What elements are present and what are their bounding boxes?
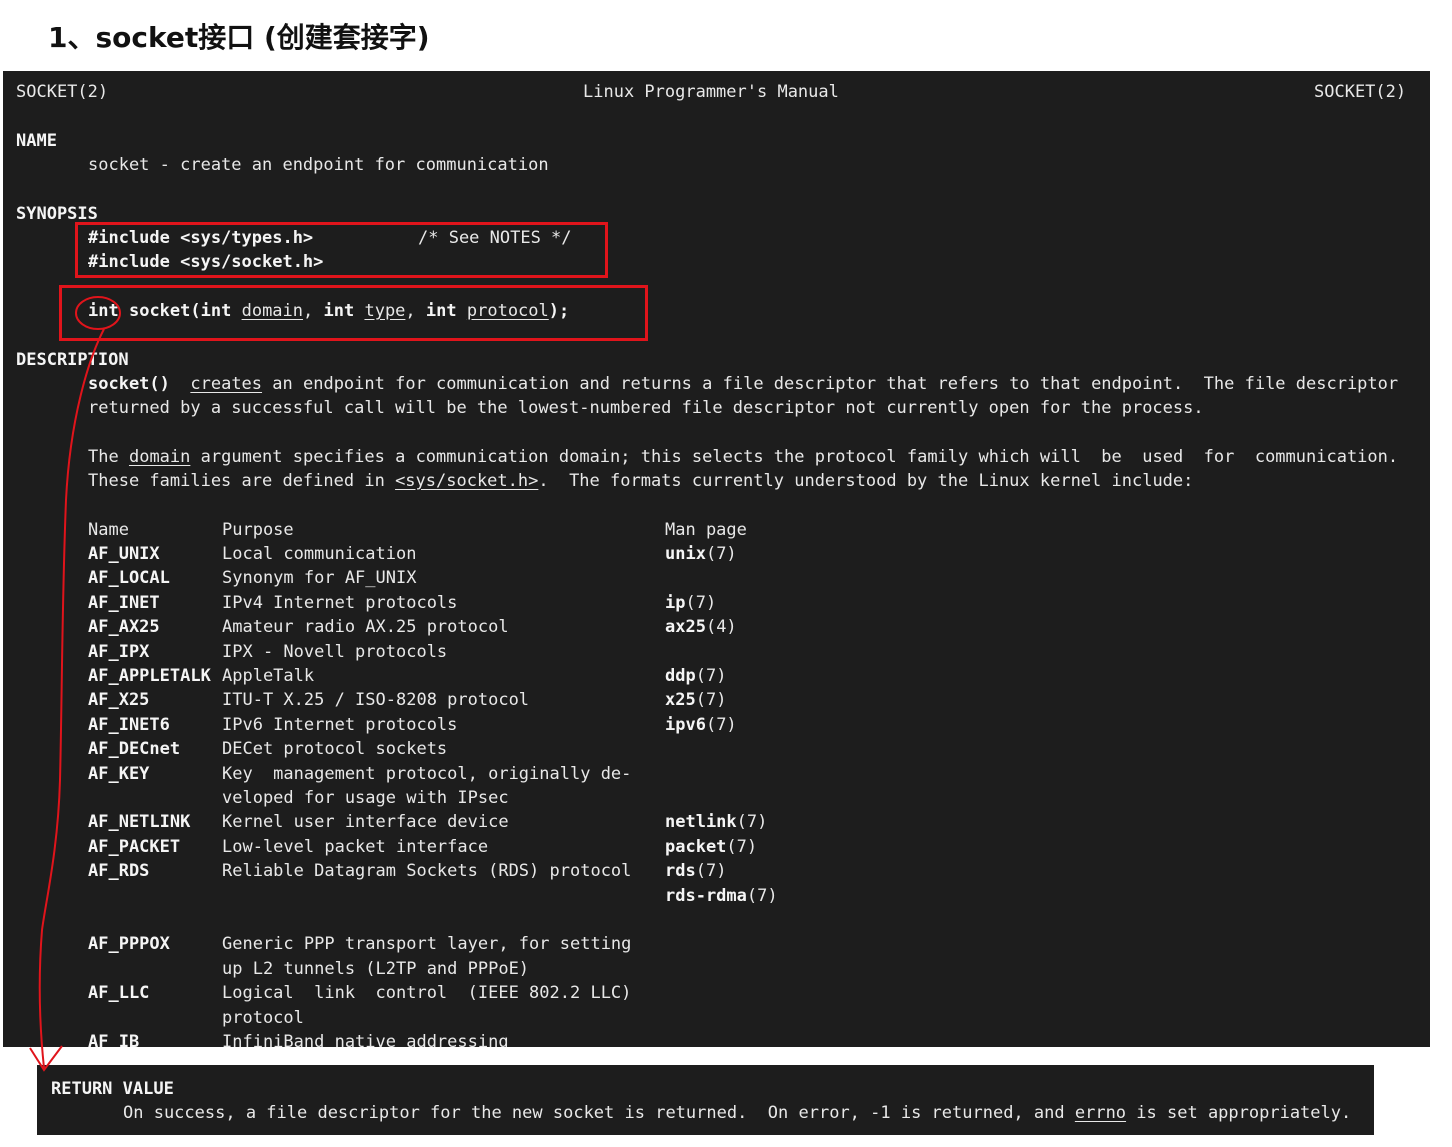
table-cell-name: AF_PACKET <box>88 836 181 857</box>
description-p1-line1: socket() creates an endpoint for communi… <box>88 372 1398 396</box>
table-cell-purpose: Key management protocol, originally de- <box>222 763 632 784</box>
man-page-name: rds <box>665 861 696 882</box>
table-cell-name: AF_APPLETALK <box>88 666 211 686</box>
table-header-man-page: Man page <box>665 520 747 540</box>
man-page-section: (7) <box>736 812 768 833</box>
word-creates: creates <box>190 374 263 394</box>
man-page-section: (7) <box>695 690 727 711</box>
man-page-section: (7) <box>695 861 727 882</box>
word-the: The <box>88 447 119 467</box>
table-cell-purpose: IPX - Novell protocols <box>222 641 448 662</box>
table-cell-purpose: veloped for usage with IPsec <box>222 788 509 808</box>
man-page-section: (7) <box>695 666 727 686</box>
table-cell-name: AF_X25 <box>88 690 150 711</box>
table-cell-name: AF_IB <box>88 1032 140 1047</box>
fn-socket: socket() <box>88 374 170 394</box>
rv-text-b: is set appropriately. <box>1136 1103 1352 1123</box>
table-header-purpose: Purpose <box>222 520 294 540</box>
table-cell-man-page: ddp(7) <box>665 664 726 688</box>
table-cell-purpose: IPv6 Internet protocols <box>222 714 458 735</box>
table-cell-purpose: up L2 tunnels (L2TP and PPPoE) <box>222 958 530 979</box>
p2-l2-b: . The formats currently understood by th… <box>538 471 1194 491</box>
man-page-terminal[interactable]: SOCKET(2) Linux Programmer's Manual SOCK… <box>3 71 1430 1047</box>
header-left: SOCKET(2) <box>16 82 109 102</box>
table-cell-purpose: Amateur radio AX.25 protocol <box>222 617 509 638</box>
table-header-name: Name <box>88 520 129 540</box>
table-cell-name: AF_UNIX <box>88 544 160 564</box>
man-page-section: (7) <box>746 885 778 906</box>
section-heading-description: DESCRIPTION <box>16 350 129 370</box>
p2-l2-a: These families are defined in <box>88 471 385 491</box>
table-cell-purpose: Logical link control (IEEE 802.2 LLC) <box>222 983 632 1004</box>
table-cell-name: AF_AX25 <box>88 617 160 638</box>
table-cell-man-page: ip(7) <box>665 591 716 615</box>
table-cell-man-page: ax25(4) <box>665 615 737 639</box>
word-domain: domain <box>128 447 191 467</box>
table-cell-purpose: DECet protocol sockets <box>222 739 448 760</box>
header-sys-socket: <sys/socket.h> <box>395 471 539 491</box>
return-value-text: On success, a file descriptor for the ne… <box>123 1101 1351 1125</box>
table-cell-man-page: ipv6(7) <box>665 713 737 737</box>
man-page-section: (7) <box>685 592 717 613</box>
table-cell-purpose: Synonym for AF_UNIX <box>222 568 417 589</box>
section-heading-name: NAME <box>16 131 57 151</box>
table-cell-name: AF_LLC <box>88 983 150 1004</box>
man-page-name: netlink <box>665 812 737 833</box>
man-page-name: ipv6 <box>665 714 706 735</box>
man-page-name: ip <box>665 592 686 613</box>
man-page-name: ddp <box>665 666 696 686</box>
table-cell-name: AF_DECnet <box>88 739 181 760</box>
header-center: Linux Programmer's Manual <box>583 82 839 102</box>
table-cell-purpose: Kernel user interface device <box>222 812 509 833</box>
table-cell-man-page: rds-rdma(7) <box>665 884 778 908</box>
table-cell-man-page: netlink(7) <box>665 810 767 834</box>
table-cell-purpose: IPv4 Internet protocols <box>222 592 458 613</box>
description-p2-line1: The domain argument specifies a communic… <box>88 445 1398 469</box>
table-cell-name: AF_LOCAL <box>88 568 170 589</box>
man-page-name: unix <box>665 544 706 564</box>
description-p2-line2: These families are defined in <sys/socke… <box>88 469 1193 493</box>
man-page-section: (4) <box>705 617 737 638</box>
table-cell-name: AF_INET <box>88 592 160 613</box>
table-cell-purpose: InfiniBand native addressing <box>222 1032 509 1047</box>
man-page-name: packet <box>665 836 727 857</box>
table-cell-man-page: packet(7) <box>665 835 757 859</box>
word-errno: errno <box>1074 1103 1127 1123</box>
table-cell-purpose: protocol <box>222 1007 304 1028</box>
table-cell-purpose: AppleTalk <box>222 666 315 686</box>
table-cell-man-page: x25(7) <box>665 688 726 712</box>
table-cell-name: AF_PPPOX <box>88 934 170 955</box>
man-page-section: (7) <box>726 836 758 857</box>
table-cell-purpose: Low-level packet interface <box>222 836 489 857</box>
table-cell-purpose: Reliable Datagram Sockets (RDS) protocol <box>222 861 632 882</box>
table-cell-purpose: ITU-T X.25 / ISO-8208 protocol <box>222 690 530 711</box>
page-title: 1、socket接口 (创建套接字) <box>48 21 430 54</box>
table-cell-name: AF_RDS <box>88 861 150 882</box>
name-text: socket - create an endpoint for communic… <box>88 155 549 175</box>
rv-text-a: On success, a file descriptor for the ne… <box>123 1103 1065 1123</box>
table-cell-name: AF_NETLINK <box>88 812 191 833</box>
man-page-name: rds-rdma <box>665 885 747 906</box>
highlight-box-includes <box>75 222 608 278</box>
man-page-name: x25 <box>665 690 696 711</box>
description-p1-line2: returned by a successful call will be th… <box>88 398 1204 418</box>
table-cell-purpose: Local communication <box>222 544 417 564</box>
header-right: SOCKET(2) <box>1314 82 1407 102</box>
man-page-section: (7) <box>705 714 737 735</box>
table-cell-man-page: unix(7) <box>665 542 737 566</box>
table-cell-name: AF_IPX <box>88 641 150 662</box>
p2-rest: argument specifies a communication domai… <box>200 447 1399 467</box>
table-cell-purpose: Generic PPP transport layer, for setting <box>222 934 632 955</box>
table-cell-name: AF_KEY <box>88 763 150 784</box>
section-heading-return-value: RETURN VALUE <box>51 1079 174 1099</box>
man-page-name: ax25 <box>665 617 706 638</box>
table-cell-name: AF_INET6 <box>88 714 170 735</box>
return-value-terminal[interactable]: RETURN VALUE On success, a file descript… <box>37 1065 1374 1135</box>
highlight-box-signature <box>59 285 648 341</box>
table-cell-man-page: rds(7) <box>665 859 726 883</box>
p1-rest: an endpoint for communication and return… <box>272 374 1399 394</box>
man-page-section: (7) <box>705 544 737 564</box>
